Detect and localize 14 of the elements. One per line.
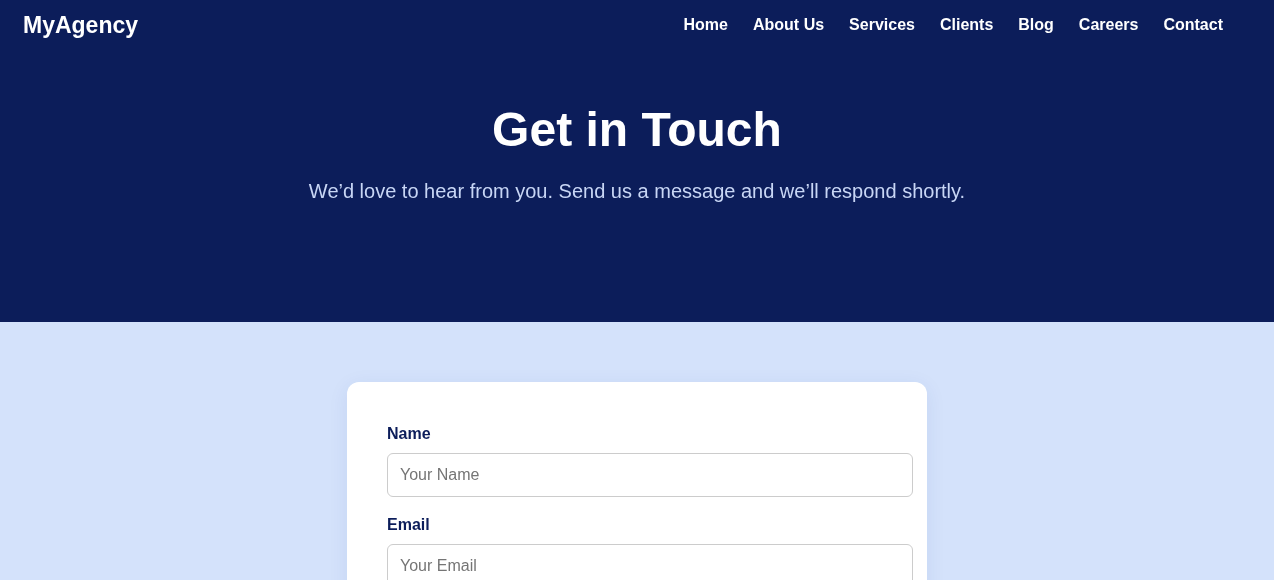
field-label: Name xyxy=(387,424,432,444)
nav-link[interactable]: Contact xyxy=(1163,13,1223,37)
brand-logo[interactable]: MyAgency xyxy=(23,7,139,43)
nav-link[interactable]: About Us xyxy=(753,13,825,37)
input-field[interactable]: Your Email xyxy=(387,544,913,580)
nav-link[interactable]: Services xyxy=(849,13,915,37)
hero-title: Get in Touch xyxy=(492,102,782,158)
field-label: Email xyxy=(387,515,431,535)
nav-link[interactable]: Home xyxy=(683,13,728,37)
nav-link[interactable]: Blog xyxy=(1018,13,1054,37)
nav-link[interactable]: Careers xyxy=(1078,13,1139,37)
nav-link[interactable]: Clients xyxy=(939,13,994,37)
hero-subtitle: We’d love to hear from you. Send us a message and we’ll respond shortly. xyxy=(308,179,966,204)
input-field[interactable]: Your Name xyxy=(387,453,913,497)
